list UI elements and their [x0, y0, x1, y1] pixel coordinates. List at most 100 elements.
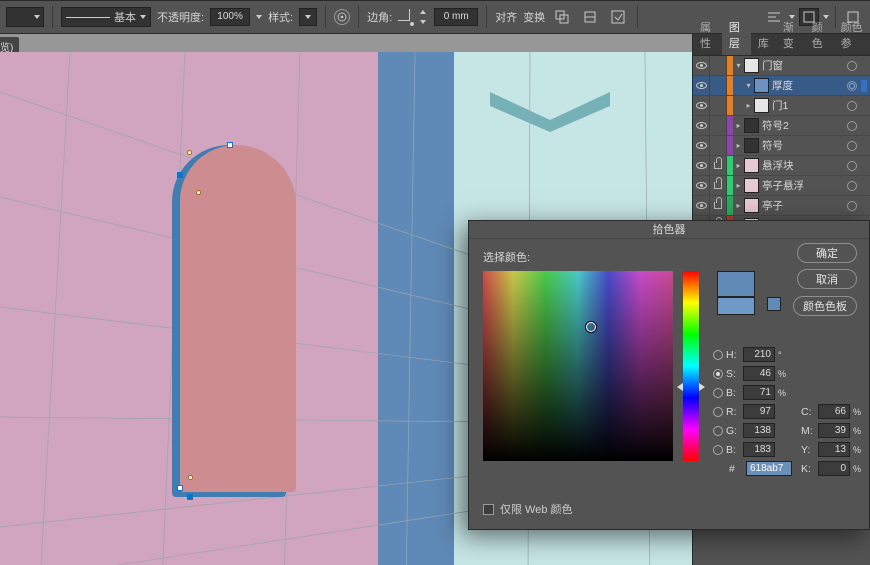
- layer-row[interactable]: ▸ 门1: [693, 96, 870, 116]
- hue-slider-thumb-right[interactable]: [699, 383, 705, 391]
- corner-widget[interactable]: [196, 190, 201, 195]
- target-icon[interactable]: [847, 181, 857, 191]
- field-g[interactable]: 138: [743, 423, 775, 438]
- lock-toggle[interactable]: [710, 116, 727, 135]
- radio-bb[interactable]: [713, 445, 723, 455]
- radio-s[interactable]: [713, 369, 723, 379]
- lock-toggle[interactable]: [710, 196, 727, 215]
- graphic-style-dropdown[interactable]: [299, 8, 317, 26]
- anchor-point[interactable]: [177, 485, 183, 491]
- field-b[interactable]: 71: [743, 385, 775, 400]
- swatches-button[interactable]: 颜色色板: [793, 296, 857, 316]
- corner-stepper[interactable]: [420, 10, 428, 24]
- radio-g[interactable]: [713, 426, 723, 436]
- lock-toggle[interactable]: [710, 136, 727, 155]
- web-colors-checkbox[interactable]: [483, 504, 494, 515]
- field-y[interactable]: 13: [818, 442, 850, 457]
- field-k[interactable]: 0: [818, 461, 850, 476]
- field-bb[interactable]: 183: [743, 442, 775, 457]
- tab-libraries[interactable]: 库: [751, 32, 776, 55]
- layer-name[interactable]: 门1: [772, 98, 843, 113]
- layer-name[interactable]: 亭子: [762, 198, 843, 213]
- visibility-toggle[interactable]: [693, 136, 710, 155]
- target-icon[interactable]: [847, 201, 857, 211]
- lock-toggle[interactable]: [710, 96, 727, 115]
- disclosure-toggle[interactable]: ▸: [733, 201, 744, 210]
- field-s[interactable]: 46: [743, 366, 775, 381]
- color-field[interactable]: [483, 271, 673, 461]
- lock-toggle[interactable]: [710, 56, 727, 75]
- corner-widget[interactable]: [188, 475, 193, 480]
- field-h[interactable]: 210: [743, 347, 775, 362]
- radio-h[interactable]: [713, 350, 723, 360]
- layer-name[interactable]: 亭子悬浮: [762, 178, 843, 193]
- visibility-toggle[interactable]: [693, 76, 710, 95]
- disclosure-toggle[interactable]: ▸: [743, 101, 754, 110]
- layer-row[interactable]: ▸ 悬浮块: [693, 156, 870, 176]
- layer-row[interactable]: ▾ 门窗: [693, 56, 870, 76]
- hue-slider-thumb-left[interactable]: [677, 383, 683, 391]
- cancel-button[interactable]: 取消: [797, 269, 857, 289]
- lock-toggle[interactable]: [710, 76, 727, 95]
- disclosure-toggle[interactable]: ▾: [733, 61, 744, 70]
- anchor-point[interactable]: [177, 172, 183, 178]
- layer-name[interactable]: 符号2: [762, 118, 843, 133]
- disclosure-toggle[interactable]: ▸: [733, 121, 744, 130]
- visibility-toggle[interactable]: [693, 96, 710, 115]
- disclosure-toggle[interactable]: ▾: [743, 81, 754, 90]
- layer-row[interactable]: ▸ 符号: [693, 136, 870, 156]
- field-m[interactable]: 39: [818, 423, 850, 438]
- target-icon[interactable]: [847, 61, 857, 71]
- field-c[interactable]: 66: [818, 404, 850, 419]
- field-r[interactable]: 97: [743, 404, 775, 419]
- layer-row[interactable]: ▸ 亭子: [693, 196, 870, 216]
- visibility-toggle[interactable]: [693, 156, 710, 175]
- recolor-icon[interactable]: [334, 9, 350, 25]
- corner-radius-field[interactable]: 0 mm: [434, 8, 478, 26]
- opacity-field[interactable]: 100%: [210, 8, 250, 26]
- radio-r[interactable]: [713, 407, 723, 417]
- web-colors-only[interactable]: 仅限 Web 颜色: [483, 501, 573, 517]
- stroke-style-dropdown[interactable]: 基本: [61, 7, 151, 27]
- isolate-button[interactable]: [607, 6, 629, 28]
- hue-slider[interactable]: [683, 271, 699, 461]
- shape-mode-1-button[interactable]: [551, 6, 573, 28]
- tab-gradient[interactable]: 渐变: [776, 16, 805, 55]
- door-front-shape[interactable]: [180, 145, 296, 492]
- shape-mode-2-button[interactable]: [579, 6, 601, 28]
- visibility-toggle[interactable]: [693, 176, 710, 195]
- tab-color[interactable]: 颜色: [805, 16, 834, 55]
- corner-widget[interactable]: [187, 150, 192, 155]
- layer-name[interactable]: 悬浮块: [762, 158, 843, 173]
- disclosure-toggle[interactable]: ▸: [733, 181, 744, 190]
- target-icon[interactable]: [847, 141, 857, 151]
- disclosure-toggle[interactable]: ▸: [733, 141, 744, 150]
- visibility-toggle[interactable]: [693, 116, 710, 135]
- tab-color-guide[interactable]: 颜色参: [834, 16, 870, 55]
- layer-row[interactable]: ▾ 厚度: [693, 76, 870, 96]
- target-icon[interactable]: [847, 81, 857, 91]
- layer-name[interactable]: 门窗: [762, 58, 843, 73]
- lock-toggle[interactable]: [710, 156, 727, 175]
- tab-properties[interactable]: 属性: [693, 16, 722, 55]
- tab-layers[interactable]: 图层: [722, 16, 751, 55]
- layer-name[interactable]: 符号: [762, 138, 843, 153]
- lock-toggle[interactable]: [710, 176, 727, 195]
- door-group[interactable]: [172, 145, 296, 500]
- color-field-cursor[interactable]: [586, 322, 596, 332]
- disclosure-toggle[interactable]: ▸: [733, 161, 744, 170]
- layer-row[interactable]: ▸ 符号2: [693, 116, 870, 136]
- opacity-dropdown-icon[interactable]: [256, 15, 262, 19]
- field-hex[interactable]: 618ab7: [746, 461, 792, 476]
- target-icon[interactable]: [847, 161, 857, 171]
- target-icon[interactable]: [847, 101, 857, 111]
- anchor-point[interactable]: [227, 142, 233, 148]
- radio-b[interactable]: [713, 388, 723, 398]
- anchor-point[interactable]: [187, 494, 193, 500]
- fill-dropdown[interactable]: [6, 7, 44, 27]
- ok-button[interactable]: 确定: [797, 243, 857, 263]
- color-preview-previous[interactable]: [717, 297, 755, 315]
- layer-name[interactable]: 厚度: [772, 78, 843, 93]
- layer-row[interactable]: ▸ 亭子悬浮: [693, 176, 870, 196]
- visibility-toggle[interactable]: [693, 196, 710, 215]
